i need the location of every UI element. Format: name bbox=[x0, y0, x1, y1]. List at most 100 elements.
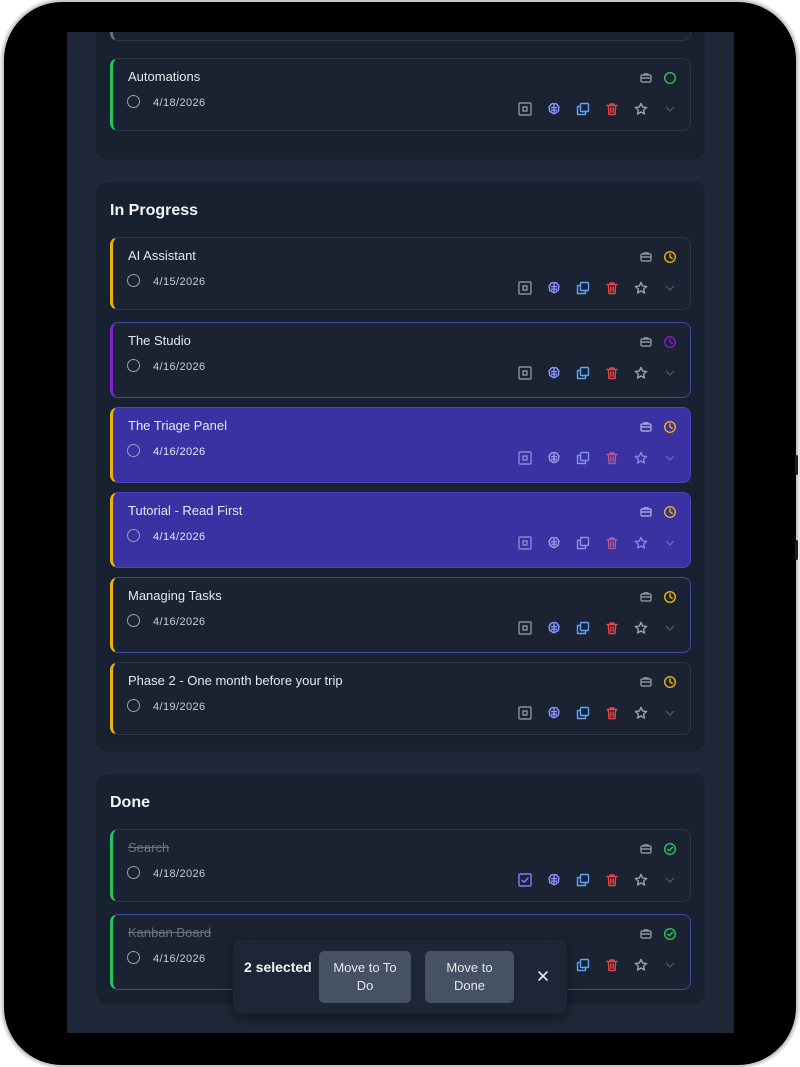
chevron-down-icon[interactable] bbox=[662, 620, 678, 636]
task-actions bbox=[517, 450, 678, 466]
status-clock-icon bbox=[662, 674, 678, 690]
star-icon[interactable] bbox=[633, 620, 649, 636]
brain-icon[interactable] bbox=[546, 620, 562, 636]
chevron-down-icon[interactable] bbox=[662, 872, 678, 888]
chevron-down-icon[interactable] bbox=[662, 535, 678, 551]
task-title: Tutorial - Read First bbox=[128, 503, 243, 518]
chevron-down-icon[interactable] bbox=[662, 705, 678, 721]
task-title: Kanban Board bbox=[128, 925, 212, 940]
trash-icon[interactable] bbox=[604, 620, 620, 636]
checkbox-icon[interactable] bbox=[517, 705, 533, 721]
chevron-down-icon[interactable] bbox=[662, 280, 678, 296]
checkbox-icon[interactable] bbox=[517, 365, 533, 381]
checkbox-icon[interactable] bbox=[517, 101, 533, 117]
trash-icon[interactable] bbox=[604, 957, 620, 973]
briefcase-icon bbox=[638, 841, 654, 857]
star-icon[interactable] bbox=[633, 705, 649, 721]
task-complete-radio[interactable] bbox=[127, 614, 140, 627]
task-card[interactable]: Phase 2 - One month before your trip 4/19… bbox=[110, 662, 691, 735]
copy-icon[interactable] bbox=[575, 620, 591, 636]
task-complete-radio[interactable] bbox=[127, 95, 140, 108]
trash-icon[interactable] bbox=[604, 280, 620, 296]
task-complete-radio[interactable] bbox=[127, 444, 140, 457]
star-icon[interactable] bbox=[633, 957, 649, 973]
brain-icon[interactable] bbox=[546, 101, 562, 117]
copy-icon[interactable] bbox=[575, 365, 591, 381]
task-complete-radio[interactable] bbox=[127, 699, 140, 712]
trash-icon[interactable] bbox=[604, 450, 620, 466]
trash-icon[interactable] bbox=[604, 365, 620, 381]
trash-icon[interactable] bbox=[604, 101, 620, 117]
task-date: 4/18/2026 bbox=[153, 868, 206, 880]
move-to-todo-button[interactable]: Move to To Do bbox=[319, 951, 411, 1003]
copy-icon[interactable] bbox=[575, 872, 591, 888]
briefcase-icon bbox=[638, 70, 654, 86]
move-to-done-button[interactable]: Move to Done bbox=[425, 951, 514, 1003]
star-icon[interactable] bbox=[633, 872, 649, 888]
checkbox-icon[interactable] bbox=[517, 872, 533, 888]
chevron-down-icon[interactable] bbox=[662, 957, 678, 973]
trash-icon[interactable] bbox=[604, 705, 620, 721]
star-icon[interactable] bbox=[633, 280, 649, 296]
brain-icon[interactable] bbox=[546, 280, 562, 296]
star-icon[interactable] bbox=[633, 450, 649, 466]
task-complete-radio[interactable] bbox=[127, 529, 140, 542]
task-card[interactable]: Automations 4/18/2026 bbox=[110, 58, 691, 131]
task-date: 4/16/2026 bbox=[153, 446, 206, 458]
task-card[interactable]: The Triage Panel 4/16/2026 bbox=[110, 407, 691, 483]
star-icon[interactable] bbox=[633, 535, 649, 551]
task-card[interactable]: Managing Tasks 4/16/2026 bbox=[110, 577, 691, 653]
task-title: The Studio bbox=[128, 333, 191, 348]
side-button bbox=[795, 540, 798, 560]
brain-icon[interactable] bbox=[546, 450, 562, 466]
trash-icon[interactable] bbox=[604, 872, 620, 888]
checkbox-icon[interactable] bbox=[517, 535, 533, 551]
briefcase-icon bbox=[638, 419, 654, 435]
brain-icon[interactable] bbox=[546, 705, 562, 721]
checkbox-icon[interactable] bbox=[517, 280, 533, 296]
brain-icon[interactable] bbox=[546, 535, 562, 551]
task-card[interactable]: 4/17/2026 bbox=[110, 32, 691, 41]
task-card[interactable]: The Studio 4/16/2026 bbox=[110, 322, 691, 398]
status-icons bbox=[638, 674, 678, 690]
briefcase-icon bbox=[638, 926, 654, 942]
chevron-down-icon[interactable] bbox=[662, 101, 678, 117]
status-clock-icon bbox=[662, 334, 678, 350]
task-card[interactable]: Tutorial - Read First 4/14/2026 bbox=[110, 492, 691, 568]
chevron-down-icon[interactable] bbox=[662, 365, 678, 381]
task-complete-radio[interactable] bbox=[127, 359, 140, 372]
trash-icon[interactable] bbox=[604, 535, 620, 551]
task-card[interactable]: Search 4/18/2026 bbox=[110, 829, 691, 902]
copy-icon[interactable] bbox=[575, 705, 591, 721]
task-title: AI Assistant bbox=[128, 248, 196, 263]
status-circle-icon bbox=[662, 70, 678, 86]
column-in-progress: In Progress AI Assistant 4/15/2026 The Stu… bbox=[96, 182, 705, 751]
brain-icon[interactable] bbox=[546, 872, 562, 888]
close-icon[interactable] bbox=[535, 968, 551, 984]
task-title: Automations bbox=[128, 69, 201, 84]
task-actions bbox=[517, 705, 678, 721]
task-complete-radio[interactable] bbox=[127, 951, 140, 964]
task-date: 4/14/2026 bbox=[153, 531, 206, 543]
task-complete-radio[interactable] bbox=[127, 866, 140, 879]
task-date: 4/16/2026 bbox=[153, 953, 206, 965]
status-check-icon bbox=[662, 926, 678, 942]
star-icon[interactable] bbox=[633, 101, 649, 117]
task-date: 4/18/2026 bbox=[153, 97, 206, 109]
copy-icon[interactable] bbox=[575, 280, 591, 296]
checkbox-icon[interactable] bbox=[517, 620, 533, 636]
copy-icon[interactable] bbox=[575, 957, 591, 973]
task-date: 4/16/2026 bbox=[153, 616, 206, 628]
copy-icon[interactable] bbox=[575, 535, 591, 551]
checkbox-icon[interactable] bbox=[517, 450, 533, 466]
status-clock-icon bbox=[662, 589, 678, 605]
task-actions bbox=[517, 280, 678, 296]
task-card[interactable]: AI Assistant 4/15/2026 bbox=[110, 237, 691, 310]
status-icons bbox=[638, 334, 678, 350]
copy-icon[interactable] bbox=[575, 450, 591, 466]
task-complete-radio[interactable] bbox=[127, 274, 140, 287]
copy-icon[interactable] bbox=[575, 101, 591, 117]
brain-icon[interactable] bbox=[546, 365, 562, 381]
chevron-down-icon[interactable] bbox=[662, 450, 678, 466]
star-icon[interactable] bbox=[633, 365, 649, 381]
